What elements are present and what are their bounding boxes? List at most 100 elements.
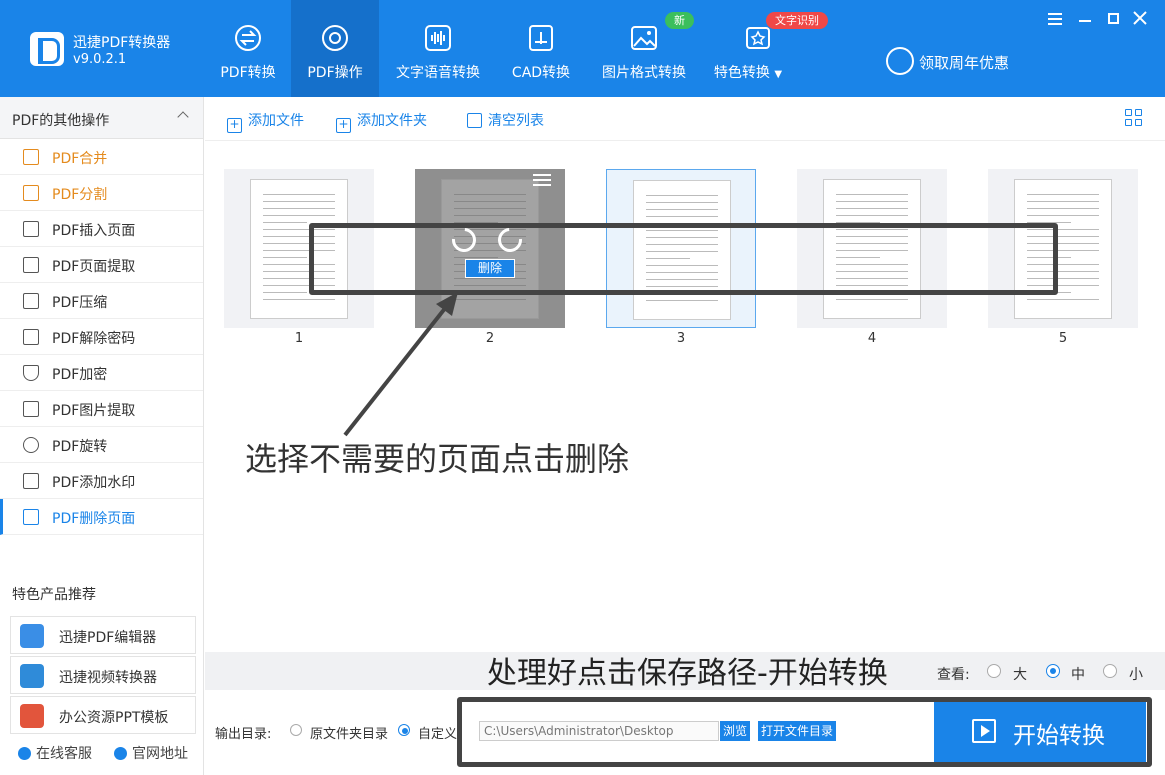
sidebar-item-extract-page[interactable]: PDF页面提取 <box>0 247 203 283</box>
output-custom-radio[interactable] <box>398 724 410 736</box>
watermark-icon <box>23 473 39 489</box>
recommend-label: 办公资源PPT模板 <box>59 710 169 726</box>
tab-label: 文字语音转换 <box>396 65 480 81</box>
annotation-delete-hint: 选择不需要的页面点击删除 <box>245 440 630 478</box>
sidebar-item-label: PDF压缩 <box>52 295 108 311</box>
text-line <box>836 201 908 202</box>
recommend-title: 特色产品推荐 <box>12 587 96 603</box>
recommend-pdf-editor[interactable]: 迅捷PDF编辑器 <box>10 616 196 654</box>
text-line <box>836 215 908 216</box>
app-logo-icon <box>30 32 64 66</box>
view-option-label: 小 <box>1129 667 1143 683</box>
promo-label: 领取周年优惠 <box>919 54 1010 72</box>
user-icon <box>886 47 914 75</box>
sidebar-item-label: PDF合并 <box>52 151 108 167</box>
grid-view-icon[interactable] <box>1125 109 1143 127</box>
sidebar-item-watermark[interactable]: PDF添加水印 <box>0 463 203 499</box>
recommend-video-converter[interactable]: 迅捷视频转换器 <box>10 656 196 694</box>
sidebar: PDF的其他操作 PDF合并 PDF分割 PDF插入页面 PDF页面提取 PDF… <box>0 97 204 775</box>
tab-label: 特色转换 ▼ <box>688 62 808 82</box>
add-folder-label: 添加文件夹 <box>357 113 427 129</box>
sidebar-item-compress[interactable]: PDF压缩 <box>0 283 203 319</box>
sidebar-item-merge[interactable]: PDF合并 <box>0 139 203 175</box>
tab-label-text: 特色转换 <box>713 65 770 81</box>
sidebar-header[interactable]: PDF的其他操作 <box>0 97 203 139</box>
tab-pdf-operate[interactable]: PDF操作 <box>291 0 379 97</box>
output-original-radio[interactable] <box>290 724 302 736</box>
text-line <box>454 201 526 202</box>
add-file-icon: + <box>227 118 242 133</box>
sidebar-item-label: PDF图片提取 <box>52 403 136 419</box>
add-folder-button[interactable]: + 添加文件夹 <box>336 110 427 133</box>
view-large-radio[interactable] <box>987 664 1001 678</box>
page-menu-icon[interactable] <box>533 173 551 187</box>
maximize-icon[interactable] <box>1104 10 1124 30</box>
image-icon <box>631 26 657 50</box>
text-line <box>646 195 718 196</box>
annotation-arrow <box>343 292 458 437</box>
video-converter-icon <box>20 664 44 688</box>
online-service-label: 在线客服 <box>36 746 92 762</box>
highlight-box-output <box>457 697 1152 767</box>
tab-pdf-convert[interactable]: PDF转换 <box>205 0 291 97</box>
output-option-label: 自定义 <box>418 727 458 742</box>
sidebar-item-label: PDF分割 <box>52 187 108 203</box>
sidebar-item-label: PDF解除密码 <box>52 331 136 347</box>
split-icon <box>23 185 39 201</box>
sidebar-item-split[interactable]: PDF分割 <box>0 175 203 211</box>
close-glyph <box>1133 11 1147 25</box>
online-service-link[interactable]: 在线客服 <box>18 743 92 763</box>
tab-label: PDF转换 <box>220 65 276 81</box>
recommend-label: 迅捷PDF编辑器 <box>59 630 157 646</box>
chevron-up-icon <box>177 111 189 123</box>
tab-label: PDF操作 <box>307 65 363 81</box>
tab-cad[interactable]: CAD转换 <box>501 0 581 97</box>
sidebar-item-label: PDF旋转 <box>52 439 108 455</box>
sidebar-title: PDF的其他操作 <box>12 113 110 129</box>
text-line <box>263 215 335 216</box>
shield-icon <box>23 365 39 381</box>
menu-icon[interactable] <box>1046 10 1066 30</box>
text-line <box>263 299 335 300</box>
website-link[interactable]: 官网地址 <box>114 743 188 763</box>
annotation-save-hint: 处理好点击保存路径-开始转换 <box>487 656 888 691</box>
add-file-label: 添加文件 <box>248 113 304 129</box>
rotate-icon <box>23 437 39 453</box>
add-file-button[interactable]: + 添加文件 <box>227 110 304 133</box>
star-icon <box>746 27 770 49</box>
sidebar-item-encrypt[interactable]: PDF加密 <box>0 355 203 391</box>
recommend-label: 迅捷视频转换器 <box>59 670 157 686</box>
recommend-ppt-template[interactable]: 办公资源PPT模板 <box>10 696 196 734</box>
sidebar-item-delete-page[interactable]: PDF删除页面 <box>0 499 203 535</box>
compress-icon <box>23 293 39 309</box>
minimize-icon[interactable] <box>1076 10 1096 30</box>
insert-page-icon <box>23 221 39 237</box>
tab-text-speech[interactable]: 文字语音转换 <box>385 0 491 97</box>
sidebar-item-label: PDF加密 <box>52 367 108 383</box>
sidebar-item-insert-page[interactable]: PDF插入页面 <box>0 211 203 247</box>
clear-list-label: 清空列表 <box>488 113 544 129</box>
merge-icon <box>23 149 39 165</box>
app-name: 迅捷PDF转换器 <box>73 35 171 51</box>
website-label: 官网地址 <box>132 746 188 762</box>
view-medium-radio[interactable] <box>1046 664 1060 678</box>
view-small-radio[interactable] <box>1103 664 1117 678</box>
close-icon[interactable] <box>1132 10 1152 30</box>
pdf-operate-icon <box>322 25 348 51</box>
toolbar: + 添加文件 + 添加文件夹 清空列表 <box>205 97 1165 141</box>
clear-list-button[interactable]: 清空列表 <box>467 110 544 130</box>
pdf-convert-icon <box>235 25 261 51</box>
ocr-badge: 文字识别 <box>766 12 828 29</box>
sidebar-item-unlock[interactable]: PDF解除密码 <box>0 319 203 355</box>
text-line <box>1027 208 1099 209</box>
sidebar-item-image-extract[interactable]: PDF图片提取 <box>0 391 203 427</box>
text-line <box>263 208 335 209</box>
delete-page-icon <box>23 509 39 525</box>
text-line <box>263 292 307 293</box>
text-line <box>1027 215 1099 216</box>
browser-icon <box>114 747 127 760</box>
text-line <box>1027 194 1099 195</box>
page-number: 4 <box>867 331 877 346</box>
text-line <box>836 208 908 209</box>
sidebar-item-rotate[interactable]: PDF旋转 <box>0 427 203 463</box>
